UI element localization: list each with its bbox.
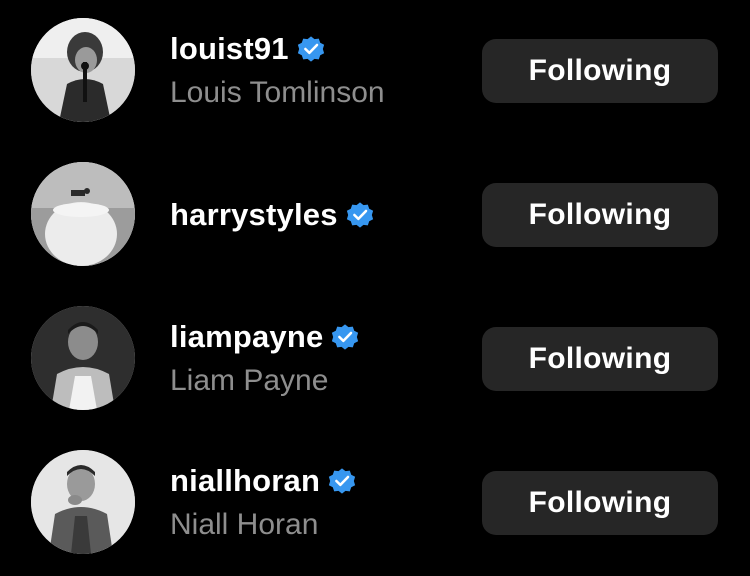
avatar[interactable] <box>31 306 135 410</box>
full-name: Louis Tomlinson <box>170 76 385 109</box>
following-list: louist91 Louis Tomlinson Following harry… <box>0 0 750 575</box>
following-button[interactable]: Following <box>482 327 718 391</box>
avatar-photo-icon <box>31 18 135 122</box>
verified-badge-icon <box>330 322 360 352</box>
list-item-louist91[interactable]: louist91 Louis Tomlinson Following <box>0 0 750 144</box>
avatar[interactable] <box>31 18 135 122</box>
username[interactable]: niallhoran <box>170 462 320 500</box>
following-button[interactable]: Following <box>482 39 718 103</box>
verified-badge-icon <box>345 200 375 230</box>
username[interactable]: liampayne <box>170 318 323 356</box>
verified-badge-icon <box>296 34 326 64</box>
full-name: Liam Payne <box>170 364 329 397</box>
avatar[interactable] <box>31 450 135 554</box>
username[interactable]: louist91 <box>170 30 289 68</box>
username[interactable]: harrystyles <box>170 196 338 234</box>
avatar-photo-icon <box>31 450 135 554</box>
avatar[interactable] <box>31 162 135 266</box>
verified-badge-icon <box>327 466 357 496</box>
list-item-niallhoran[interactable]: niallhoran Niall Horan Following <box>0 432 750 576</box>
list-item-liampayne[interactable]: liampayne Liam Payne Following <box>0 288 750 432</box>
following-button[interactable]: Following <box>482 183 718 247</box>
following-button[interactable]: Following <box>482 471 718 535</box>
avatar-photo-icon <box>31 162 135 266</box>
avatar-photo-icon <box>31 306 135 410</box>
full-name: Niall Horan <box>170 508 319 541</box>
list-item-harrystyles[interactable]: harrystyles Following <box>0 144 750 288</box>
